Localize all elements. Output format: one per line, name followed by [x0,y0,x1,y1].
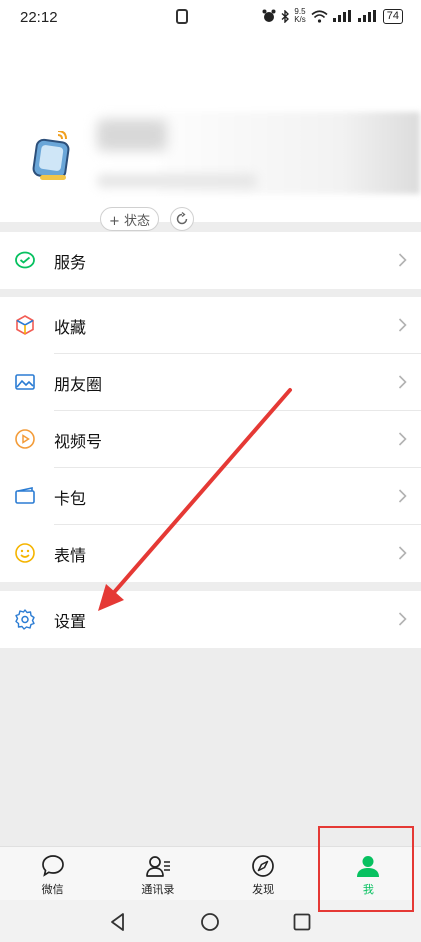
menu-label: 表情 [54,545,87,565]
refresh-icon[interactable] [170,207,194,231]
channels-play-icon [15,429,35,449]
settings-gear-icon [15,609,35,630]
signal-icon [332,10,351,22]
tab-label: 通讯录 [141,883,175,896]
menu-label: 卡包 [54,488,87,508]
speed-unit: K/s [294,15,306,24]
blurred-wechat-id [97,174,257,188]
menu-label: 视频号 [54,431,103,451]
status-button-label: + 状态 [109,213,151,229]
menu-item-moments[interactable]: 朋友圈 [0,354,421,411]
chevron-right-icon [398,432,407,446]
chevron-right-icon [398,489,407,503]
favorites-cube-icon [16,315,34,335]
tab-discover[interactable]: 发现 [211,847,316,900]
back-icon[interactable] [108,912,128,932]
avatar[interactable] [32,131,74,181]
menu-item-favorites[interactable]: 收藏 [0,297,421,354]
network-speed: 9.5 K/s [294,8,306,24]
menu-group-main: 收藏 朋友圈 视频号 卡包 表情 [0,297,421,582]
menu-group-settings: 设置 [0,591,421,648]
menu-label: 服务 [54,252,87,272]
wifi-icon [311,9,328,23]
menu-item-services[interactable]: 服务 [0,232,421,289]
status-icons: 9.5 K/s 74 [262,8,403,24]
moments-image-icon [15,374,35,390]
signal-icon [357,10,376,22]
card-wallet-icon [15,487,35,504]
tab-label: 微信 [41,883,64,896]
compass-icon [252,855,274,877]
profile-header[interactable]: + 状态 [0,34,421,231]
add-status-button[interactable]: + 状态 [100,207,160,231]
chevron-right-icon [398,318,407,332]
menu-item-stickers[interactable]: 表情 [0,525,421,582]
menu-label: 朋友圈 [54,374,103,394]
menu-group-services: 服务 [0,232,421,289]
menu-item-card-wallet[interactable]: 卡包 [0,468,421,525]
menu-label: 设置 [54,611,87,631]
tab-label: 发现 [252,883,275,896]
annotation-highlight-box [318,826,414,912]
chevron-right-icon [398,253,407,267]
nfc-icon [176,9,188,24]
menu-item-channels[interactable]: 视频号 [0,411,421,468]
alarm-icon [262,9,276,22]
bluetooth-icon [281,9,290,23]
recents-icon[interactable] [292,912,312,932]
chevron-right-icon [398,612,407,626]
blurred-nickname [97,119,167,151]
service-check-icon [15,251,35,269]
battery-icon: 74 [382,8,403,24]
chevron-right-icon [398,375,407,389]
menu-item-settings[interactable]: 设置 [0,591,421,648]
sticker-smile-icon [15,543,35,563]
home-icon[interactable] [200,912,220,932]
status-time: 22:12 [20,8,58,26]
tab-contacts[interactable]: 通讯录 [105,847,210,900]
contacts-icon [146,856,170,877]
chat-bubble-icon [41,855,64,877]
chevron-right-icon [398,546,407,560]
menu-label: 收藏 [54,317,87,337]
tab-chats[interactable]: 微信 [0,847,105,900]
status-bar: 22:12 9.5 K/s 74 [0,0,421,34]
